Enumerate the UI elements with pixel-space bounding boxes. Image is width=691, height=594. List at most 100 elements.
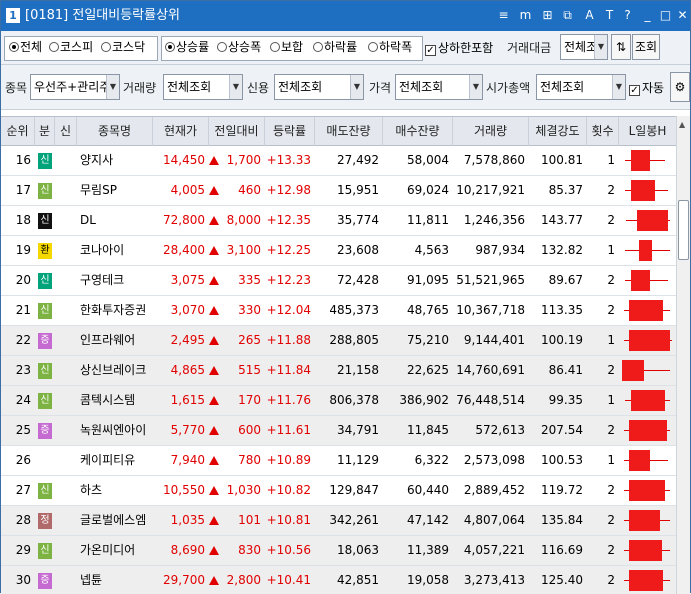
memo-icon[interactable]: m bbox=[519, 9, 532, 22]
menu-icon[interactable]: ≡ bbox=[497, 9, 510, 22]
col-rate[interactable]: 등락률 bbox=[265, 117, 315, 146]
price-select[interactable]: 전체조회 ▼ bbox=[395, 74, 483, 100]
cell-rank: 28 bbox=[15, 513, 31, 527]
settings-tool-button[interactable]: ⇅ bbox=[611, 34, 631, 60]
minimize-icon[interactable]: _ bbox=[641, 9, 654, 22]
table-row[interactable]: 16 양지사 14,450 1,700 +13.33 27,492 58,004 7,578,… bbox=[1, 146, 676, 176]
table-row[interactable]: 22 인프라웨어 2,495 265 +11.88 288,805 75,210 9,144,… bbox=[1, 326, 676, 356]
radio-sort-rise-rate[interactable]: 상승률 bbox=[165, 40, 209, 54]
volume-select[interactable]: 전체조회 ▼ bbox=[163, 74, 243, 100]
candle-body bbox=[631, 390, 666, 411]
radio-label: 상승률 bbox=[176, 40, 210, 54]
title-bar[interactable]: 1 [0181] 전일대비등락률상위 ≡ m ⊞ ⧉ A T ? _ □ ✕ bbox=[1, 1, 690, 31]
table-row[interactable]: 18 DL 72,800 8,000 +12.35 35,774 11,811 1,246,3… bbox=[1, 206, 676, 236]
col-volume[interactable]: 거래량 bbox=[453, 117, 529, 146]
candle-body bbox=[622, 360, 645, 381]
table-row[interactable]: 28 글로벌에스엠 1,035 101 +10.81 342,261 47,142 4,807… bbox=[1, 506, 676, 536]
market-badge: 신 bbox=[38, 483, 52, 499]
auto-checkbox[interactable]: ✓ 자동 bbox=[629, 81, 664, 96]
col-count[interactable]: 횟수 bbox=[587, 117, 619, 146]
col-bid[interactable]: 매수잔량 bbox=[383, 117, 453, 146]
col-rank[interactable]: 순위 bbox=[1, 117, 35, 146]
table-row[interactable]: 23 상신브레이크 4,865 515 +11.84 21,158 22,625 14,760… bbox=[1, 356, 676, 386]
col-credit[interactable]: 신 bbox=[55, 117, 77, 146]
gear-button[interactable]: ⚙ bbox=[670, 72, 690, 102]
market-cap-select[interactable]: 전체조회 ▼ bbox=[536, 74, 626, 100]
help-icon[interactable]: ? bbox=[621, 9, 634, 22]
cell-rank: 18 bbox=[15, 213, 31, 227]
cell-count: 2 bbox=[607, 303, 615, 317]
cell-rank: 25 bbox=[15, 423, 31, 437]
item-select[interactable]: 우선주+관리주 ▼ bbox=[30, 74, 120, 100]
radio-market-kospi[interactable]: 코스피 bbox=[49, 40, 93, 54]
cell-volume: 9,144,401 bbox=[463, 333, 525, 347]
vertical-scrollbar[interactable]: ▲ bbox=[676, 116, 690, 594]
maximize-icon[interactable]: □ bbox=[659, 9, 672, 22]
radio-sort-flat[interactable]: 보합 bbox=[270, 40, 303, 54]
radio-sort-fall-rate[interactable]: 하락률 bbox=[313, 40, 357, 54]
trade-amount-select[interactable]: 전체조 ▼ bbox=[560, 34, 608, 60]
market-badge: 신 bbox=[38, 393, 52, 409]
table-row[interactable]: 21 한화투자증권 3,070 330 +12.04 485,373 48,765 10,36… bbox=[1, 296, 676, 326]
candle-body bbox=[628, 570, 663, 591]
radio-market-all[interactable]: 전체 bbox=[9, 40, 42, 54]
table-row[interactable]: 24 콤텍시스템 1,615 170 +11.76 806,378 386,902 76,44… bbox=[1, 386, 676, 416]
table-row[interactable]: 27 하츠 10,550 1,030 +10.82 129,847 60,440 2,889,… bbox=[1, 476, 676, 506]
radio-sort-fall-amount[interactable]: 하락폭 bbox=[368, 40, 412, 54]
cell-bid: 11,845 bbox=[407, 423, 449, 437]
table-row[interactable]: 20 구영테크 3,075 335 +12.23 72,428 91,095 51,521,9… bbox=[1, 266, 676, 296]
query-button[interactable]: 조회 bbox=[632, 34, 660, 60]
cell-ask: 342,261 bbox=[329, 513, 379, 527]
close-icon[interactable]: ✕ bbox=[676, 9, 689, 22]
include-limit-checkbox[interactable]: ✓ 상하한포함 bbox=[425, 41, 493, 56]
table-row[interactable]: 30 넵튠 29,700 2,800 +10.41 42,851 19,058 3,273,4… bbox=[1, 566, 676, 594]
radio-market-kosdaq[interactable]: 코스닥 bbox=[101, 40, 145, 54]
table-row[interactable]: 26 케이피티유 7,940 780 +10.89 11,129 6,322 2,573,09… bbox=[1, 446, 676, 476]
table-row[interactable]: 25 녹원씨엔아이 5,770 600 +11.61 34,791 11,845 572,61… bbox=[1, 416, 676, 446]
cell-volume: 10,367,718 bbox=[456, 303, 525, 317]
col-market[interactable]: 분 bbox=[35, 117, 55, 146]
cell-rate: +11.76 bbox=[266, 393, 311, 407]
market-badge: 신 bbox=[38, 363, 52, 379]
table-row[interactable]: 19 코나아이 28,400 3,100 +12.25 23,608 4,563 987,93… bbox=[1, 236, 676, 266]
scroll-thumb[interactable] bbox=[678, 200, 689, 260]
cell-change: 335 bbox=[209, 266, 265, 295]
cell-rank: 17 bbox=[15, 183, 31, 197]
cell-ask: 288,805 bbox=[329, 333, 379, 347]
table-row[interactable]: 17 무림SP 4,005 460 +12.98 15,951 69,024 10,217,9… bbox=[1, 176, 676, 206]
scroll-up-icon[interactable]: ▲ bbox=[679, 120, 685, 129]
cell-name: 하츠 bbox=[80, 483, 103, 497]
dropdown-arrow-icon: ▼ bbox=[229, 75, 242, 99]
cell-strength: 100.19 bbox=[541, 333, 583, 347]
col-name[interactable]: 종목명 bbox=[77, 117, 153, 146]
cell-price: 2,495 bbox=[170, 333, 205, 347]
cell-change: 1,030 bbox=[209, 476, 265, 505]
credit-select[interactable]: 전체조회 ▼ bbox=[274, 74, 364, 100]
col-change[interactable]: 전일대비 bbox=[209, 117, 265, 146]
cell-ask: 21,158 bbox=[337, 363, 379, 377]
link-icon[interactable]: ⧉ bbox=[561, 9, 574, 22]
cell-name: 글로벌에스엠 bbox=[80, 513, 147, 527]
font-icon[interactable]: A bbox=[583, 9, 596, 22]
cell-count: 1 bbox=[607, 243, 615, 257]
cell-name: 상신브레이크 bbox=[80, 363, 147, 377]
cell-bid: 91,095 bbox=[407, 273, 449, 287]
volume-label: 거래량 bbox=[123, 81, 157, 95]
table-row[interactable]: 29 가온미디어 8,690 830 +10.56 18,063 11,389 4,057,2… bbox=[1, 536, 676, 566]
up-triangle-icon bbox=[209, 516, 219, 525]
cell-rank: 24 bbox=[15, 393, 31, 407]
grid-icon[interactable]: ⊞ bbox=[541, 9, 554, 22]
col-daily-candle[interactable]: L일봉H bbox=[619, 117, 676, 146]
cell-rate: +12.98 bbox=[266, 183, 311, 197]
col-price[interactable]: 현재가 bbox=[153, 117, 209, 146]
select-value: 전체조회 bbox=[540, 80, 585, 94]
col-strength[interactable]: 체결강도 bbox=[529, 117, 587, 146]
checkmark-icon: ✓ bbox=[425, 45, 436, 56]
text-icon[interactable]: T bbox=[603, 9, 616, 22]
radio-sort-rise-amount[interactable]: 상승폭 bbox=[217, 40, 261, 54]
cell-bid: 11,389 bbox=[407, 543, 449, 557]
cell-price: 3,075 bbox=[170, 273, 205, 287]
radio-dot bbox=[368, 42, 378, 52]
col-ask[interactable]: 매도잔량 bbox=[315, 117, 383, 146]
cell-strength: 86.41 bbox=[548, 363, 583, 377]
